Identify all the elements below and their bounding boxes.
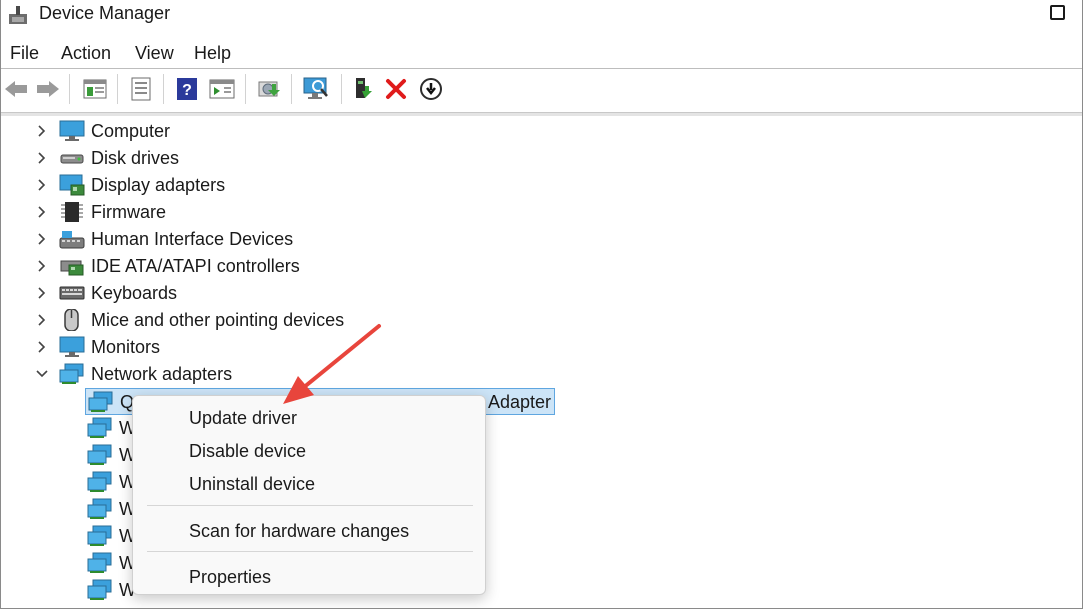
category-label: Disk drives: [91, 148, 180, 168]
maximize-button[interactable]: [1050, 5, 1065, 20]
network-adapter-icon: [59, 363, 84, 384]
context-separator: [147, 551, 473, 552]
tree-category-ide-ata[interactable]: IDE ATA/ATAPI controllers: [1, 253, 601, 280]
ide-controller-icon: [60, 260, 84, 276]
disk-drive-icon: [60, 154, 84, 164]
network-adapter-icon: [87, 579, 112, 600]
category-label: Computer: [91, 121, 171, 141]
menu-view[interactable]: View: [135, 43, 174, 64]
device-manager-app-icon: [9, 6, 27, 24]
toolbar-separator: [291, 74, 292, 104]
action-pane-icon: [209, 79, 235, 99]
network-adapter-icon: [87, 444, 112, 465]
minimize-button[interactable]: [976, 0, 992, 4]
firmware-chip-icon: [61, 202, 83, 222]
context-update-driver[interactable]: Update driver: [189, 408, 297, 429]
chevron-right-icon[interactable]: [35, 259, 49, 273]
toolbar-separator: [163, 74, 164, 104]
network-adapter-icon: [87, 417, 112, 438]
network-adapter-icon: [87, 525, 112, 546]
console-tree-button[interactable]: [81, 75, 109, 103]
display-adapter-icon: [59, 174, 85, 196]
menu-help[interactable]: Help: [194, 43, 231, 64]
category-label: Monitors: [91, 337, 161, 357]
tree-category-display-adapters[interactable]: Display adapters: [1, 172, 601, 199]
toolbar-separator: [245, 74, 246, 104]
category-label: Firmware: [91, 202, 166, 222]
tree-top-border: [1, 112, 1082, 116]
help-button[interactable]: ?: [173, 75, 201, 103]
tree-category-keyboards[interactable]: Keyboards: [1, 280, 601, 307]
chevron-right-icon[interactable]: [35, 232, 49, 246]
svg-text:?: ?: [182, 82, 192, 99]
update-driver-button[interactable]: [255, 75, 283, 103]
forward-button[interactable]: [33, 75, 63, 103]
context-separator: [147, 505, 473, 506]
chevron-right-icon[interactable]: [35, 286, 49, 300]
menu-action[interactable]: Action: [61, 43, 111, 64]
back-button[interactable]: [1, 75, 31, 103]
category-label: Keyboards: [91, 283, 178, 303]
monitor-icon: [59, 336, 85, 357]
toolbar-separator: [117, 74, 118, 104]
chevron-right-icon[interactable]: [35, 313, 49, 327]
uninstall-icon: [386, 79, 406, 99]
uninstall-device-button[interactable]: [383, 75, 409, 103]
tree-category-network-adapters[interactable]: Network adapters: [1, 361, 601, 388]
category-label: Mice and other pointing devices: [91, 310, 345, 330]
context-properties[interactable]: Properties: [189, 567, 271, 588]
network-adapter-label-end: Adapter: [488, 392, 552, 412]
window-title: Device Manager: [39, 3, 171, 23]
enable-device-icon: [356, 78, 372, 98]
tree-category-computer[interactable]: Computer: [1, 118, 601, 145]
back-icon: [5, 81, 27, 97]
category-label: Human Interface Devices: [91, 229, 294, 249]
tree-category-disk-drives[interactable]: Disk drives: [1, 145, 601, 172]
menu-bar: File Action View Help: [1, 37, 1082, 69]
scan-hardware-icon: [303, 77, 328, 99]
disable-device-icon: [420, 78, 442, 100]
network-adapter-icon: [87, 552, 112, 573]
network-adapter-icon: [87, 471, 112, 492]
forward-icon: [37, 81, 59, 97]
toolbar-separator: [69, 74, 70, 104]
keyboard-icon: [59, 286, 85, 300]
chevron-right-icon[interactable]: [35, 205, 49, 219]
mouse-icon: [64, 309, 79, 331]
action-pane-button[interactable]: [207, 75, 237, 103]
chevron-right-icon[interactable]: [35, 151, 49, 165]
context-scan-hardware[interactable]: Scan for hardware changes: [189, 521, 409, 542]
network-adapter-icon: [88, 391, 113, 412]
show-hide-console-tree-icon: [83, 79, 107, 99]
disable-device-button[interactable]: [417, 75, 445, 103]
properties-icon: [131, 77, 151, 101]
device-manager-window: Device Manager File Action View Help ? C…: [0, 0, 1083, 609]
computer-icon: [59, 120, 85, 141]
tree-category-hid[interactable]: Human Interface Devices: [1, 226, 601, 253]
context-uninstall-device[interactable]: Uninstall device: [189, 474, 315, 495]
category-label: IDE ATA/ATAPI controllers: [91, 256, 300, 276]
network-adapter-icon: [87, 498, 112, 519]
category-label: Network adapters: [91, 364, 233, 384]
tree-category-monitors[interactable]: Monitors: [1, 334, 601, 361]
menu-file[interactable]: File: [10, 43, 39, 64]
enable-device-button[interactable]: [351, 75, 377, 103]
toolbar: ?: [1, 70, 1082, 110]
chevron-right-icon[interactable]: [35, 124, 49, 138]
chevron-right-icon[interactable]: [35, 340, 49, 354]
title-bar[interactable]: Device Manager: [1, 0, 1082, 33]
scan-hardware-button[interactable]: [301, 75, 331, 103]
chevron-down-icon[interactable]: [35, 367, 49, 381]
context-disable-device[interactable]: Disable device: [189, 441, 306, 462]
chevron-right-icon[interactable]: [35, 178, 49, 192]
tree-category-firmware[interactable]: Firmware: [1, 199, 601, 226]
category-label: Display adapters: [91, 175, 226, 195]
tree-category-mice[interactable]: Mice and other pointing devices: [1, 307, 601, 334]
properties-button[interactable]: [127, 75, 155, 103]
update-driver-icon: [258, 81, 280, 97]
human-interface-device-icon: [59, 231, 85, 249]
context-menu: Update driver Disable device Uninstall d…: [132, 395, 486, 595]
help-icon: ?: [177, 78, 197, 100]
toolbar-separator: [341, 74, 342, 104]
